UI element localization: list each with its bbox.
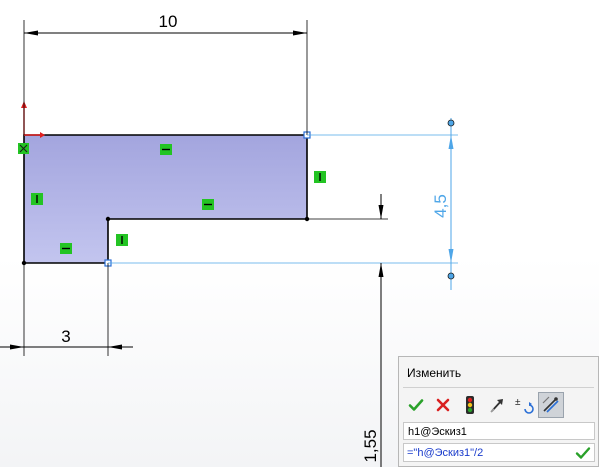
dialog-divider [403, 387, 594, 388]
reverse-sense-icon: ± [515, 397, 534, 414]
mark-for-drawing-icon [490, 399, 503, 413]
mark-for-drawing-button[interactable] [484, 392, 510, 418]
dimension-options-icon [542, 396, 559, 413]
dimension-options-button[interactable] [538, 392, 564, 418]
dimension-left-segment[interactable]: 3 [0, 263, 133, 356]
sketch-vertex[interactable] [105, 216, 111, 222]
horizontal-relation-icon[interactable] [202, 199, 214, 210]
rebuild-icon [466, 396, 474, 414]
vertical-relation-icon[interactable] [116, 234, 128, 246]
dimension-value-expression[interactable]: ="h@Эскиз1"/2 [407, 445, 483, 461]
dialog-title: Изменить [407, 366, 462, 380]
vertical-relation-icon[interactable] [314, 171, 326, 183]
rebuild-button[interactable] [457, 392, 483, 418]
dialog-toolbar: ± [403, 391, 565, 419]
horizontal-relation-icon[interactable] [60, 243, 72, 254]
equation-ok-icon[interactable] [575, 445, 591, 461]
cancel-button[interactable] [430, 392, 456, 418]
vertical-relation-icon[interactable] [31, 193, 43, 205]
coincident-relation-icon[interactable] [18, 143, 29, 154]
dimension-value-left-segment[interactable]: 3 [61, 327, 70, 346]
dimension-value-right-height[interactable]: 4,5 [431, 194, 450, 218]
dimension-top-width[interactable]: 10 [23, 12, 308, 135]
dimension-value-step-height[interactable]: 1,55 [361, 429, 380, 462]
dimension-value-top-width[interactable]: 10 [159, 12, 178, 31]
reverse-sense-button[interactable]: ± [511, 392, 537, 418]
origin-icon[interactable] [21, 101, 45, 138]
svg-text:±: ± [515, 397, 521, 408]
horizontal-relation-icon[interactable] [160, 144, 172, 155]
accept-button[interactable] [403, 392, 429, 418]
dimension-step-height[interactable]: 1,55 [307, 194, 388, 467]
accept-icon [408, 399, 424, 411]
dimension-name-field[interactable]: h1@Эскиз1 [403, 422, 595, 440]
cancel-icon [436, 398, 450, 412]
dimension-value-input[interactable]: ="h@Эскиз1"/2 [403, 443, 595, 462]
modify-dimension-dialog[interactable]: Изменить ± h1@Эскиз1 ="h@Эскиз1"/2 [398, 356, 599, 467]
